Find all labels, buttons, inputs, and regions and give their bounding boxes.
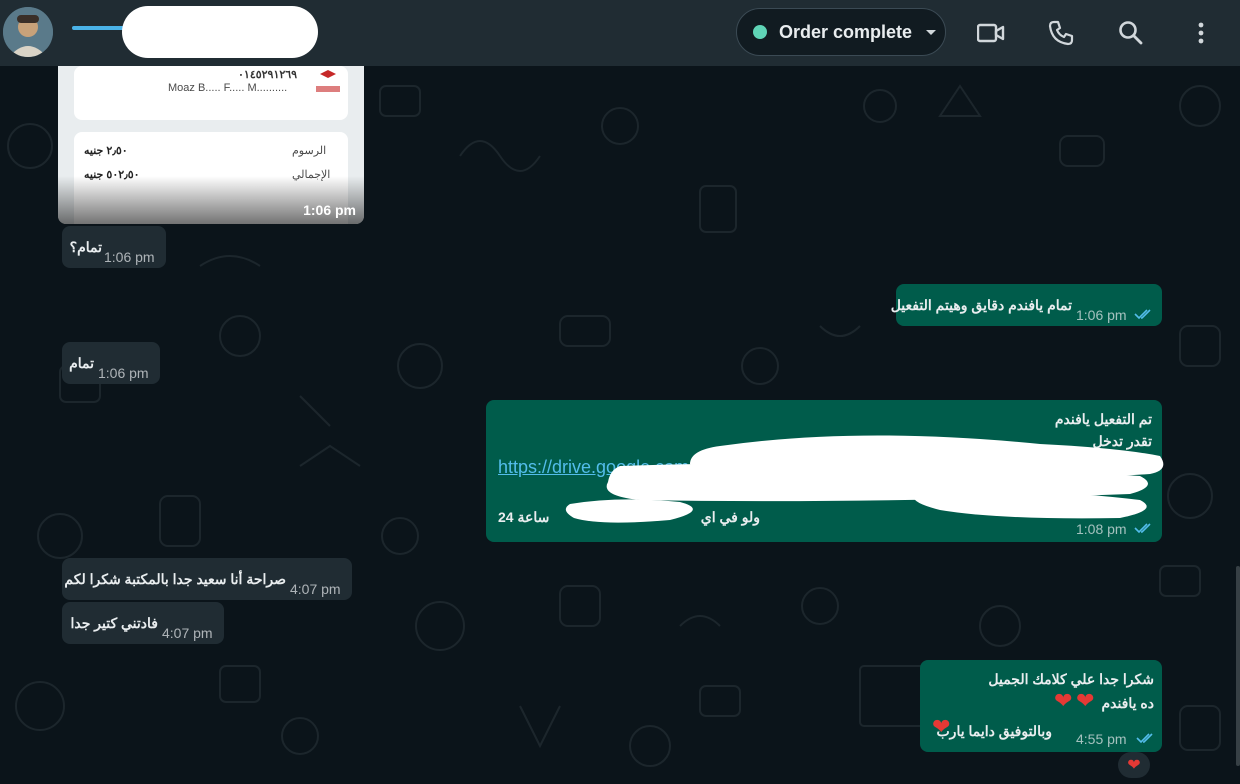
message-line: ده يافندم: [1101, 695, 1154, 711]
message-outgoing-link[interactable]: تم التفعيل يافندم تقدر تدخل https://driv…: [486, 400, 1164, 542]
message-time: 4:07 pm: [290, 581, 341, 597]
message-text: تمام؟: [69, 239, 102, 255]
fees-value: ٢٫٥٠ جنيه: [84, 145, 128, 157]
message-outgoing[interactable]: تمام يافندم دقايق وهيتم التفعيل 1:06 pm: [891, 284, 1162, 326]
read-ticks-icon: [1136, 733, 1153, 744]
message-text: صراحة أنا سعيد جدا بالمكتبة شكرا لكم: [64, 571, 286, 587]
order-status-label: Order complete: [779, 21, 913, 42]
message-line: شكرا جدا علي كلامك الجميل: [988, 671, 1154, 687]
message-time: 1:06 pm: [303, 202, 356, 218]
voice-call-icon[interactable]: [1044, 16, 1078, 50]
message-outgoing[interactable]: شكرا جدا علي كلامك الجميل ده يافندم ❤ ❤ …: [920, 660, 1162, 752]
video-call-icon[interactable]: [974, 16, 1008, 50]
status-dot: [753, 25, 767, 39]
chat-header: Order complete: [0, 0, 1240, 66]
receipt-image-message[interactable]: ٠١٤٥٢٩١٢٦٩ Moaz B..... F..... M.........…: [58, 66, 364, 224]
read-ticks-icon: [1134, 309, 1151, 320]
message-incoming[interactable]: فادتني كتير جدا 4:07 pm: [62, 602, 224, 644]
contact-avatar[interactable]: [3, 7, 53, 57]
fees-label: الرسوم: [292, 145, 327, 157]
message-incoming[interactable]: صراحة أنا سعيد جدا بالمكتبة شكرا لكم 4:0…: [62, 558, 352, 600]
menu-icon[interactable]: [1184, 16, 1218, 50]
message-time: 1:06 pm: [1076, 307, 1127, 323]
receipt-header-card: ٠١٤٥٢٩١٢٦٩ Moaz B..... F..... M.........…: [74, 66, 348, 120]
chat-scrollbar[interactable]: [1236, 566, 1240, 766]
chevron-down-icon: [926, 29, 937, 35]
message-incoming[interactable]: تمام؟ 1:06 pm: [62, 226, 166, 268]
chat-panel: ٠١٤٥٢٩١٢٦٩ Moaz B..... F..... M.........…: [0, 66, 1240, 784]
message-reaction[interactable]: ❤: [1118, 752, 1150, 778]
heart-emoji-icon: ❤: [1076, 688, 1095, 713]
heart-emoji-icon: ❤: [1054, 688, 1073, 713]
message-time: 4:55 pm: [1076, 731, 1127, 747]
message-time: 4:07 pm: [162, 625, 213, 641]
message-time: 1:06 pm: [98, 365, 149, 381]
message-text: فادتني كتير جدا: [70, 615, 159, 631]
order-status-dropdown[interactable]: Order complete: [736, 8, 946, 56]
message-text: تمام يافندم دقايق وهيتم التفعيل: [890, 297, 1072, 313]
message-text: تمام: [69, 355, 94, 371]
receipt-name: Moaz B..... F..... M..........: [168, 82, 288, 94]
receipt-code: ٠١٤٥٢٩١٢٦٩: [238, 69, 298, 81]
message-line: تم التفعيل يافندم: [1054, 411, 1152, 427]
name-redaction: [122, 6, 318, 58]
message-line: وبالتوفيق دايما يارب: [936, 723, 1053, 739]
link-redaction: [565, 435, 1164, 523]
message-time: 1:06 pm: [104, 249, 155, 265]
heart-reaction-icon: ❤: [1127, 757, 1141, 774]
message-incoming[interactable]: تمام 1:06 pm: [62, 342, 160, 384]
message-line: 24 ساعة: [498, 509, 550, 525]
search-icon[interactable]: [1114, 16, 1148, 50]
heart-emoji-icon: ❤: [932, 714, 951, 739]
receipt-logo-icon: [316, 70, 340, 92]
